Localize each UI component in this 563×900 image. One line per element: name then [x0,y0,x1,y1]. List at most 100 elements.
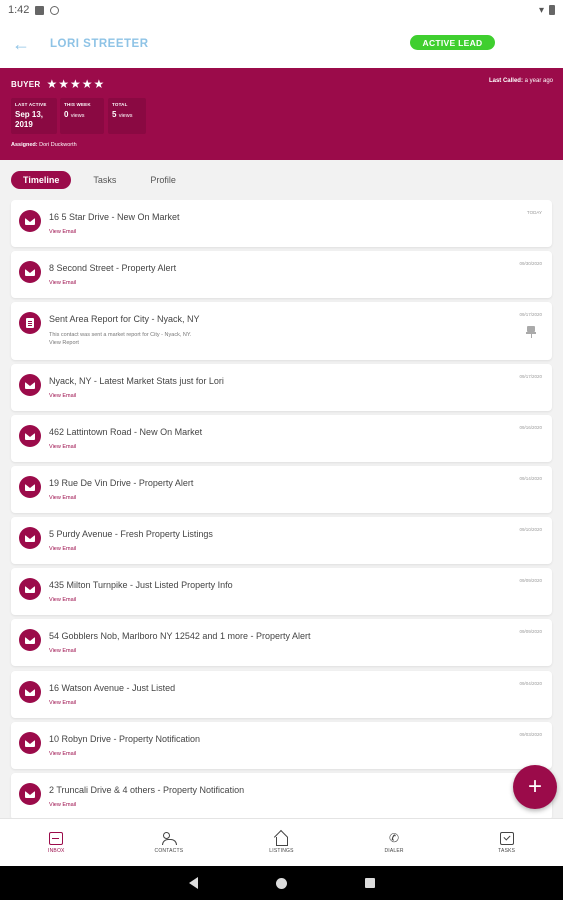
tab-tasks[interactable]: Tasks [81,171,128,189]
email-icon [19,374,41,396]
view-email-link[interactable]: View Email [49,546,76,552]
item-date: 09/17/2020 [519,374,542,379]
tab-bar: Timeline Tasks Profile [0,160,563,200]
timeline-item[interactable]: 16 Watson Avenue - Just Listed View Emai… [11,671,552,718]
last-called: Last Called: a year ago [489,78,553,84]
item-title: 10 Robyn Drive - Property Notification [49,734,201,744]
nav-tasks[interactable]: TASKS [450,819,563,866]
timeline-item[interactable]: 54 Gobblers Nob, Marlboro NY 12542 and 1… [11,619,552,666]
view-email-link[interactable]: View Email [49,495,76,501]
view-email-link[interactable]: View Email [49,393,76,399]
item-date: 09/30/2020 [519,261,542,266]
nav-label: LISTINGS [269,847,294,854]
lead-status-badge[interactable]: ACTIVE LEAD [410,35,495,50]
view-email-link[interactable]: View Email [49,751,76,757]
item-title: Sent Area Report for City - Nyack, NY [49,314,200,324]
nav-label: INBOX [48,847,65,854]
contact-header: BUYER ★★★★★ Last Called: a year ago LAST… [0,68,563,160]
email-icon [19,527,41,549]
nav-label: CONTACTS [154,847,184,854]
last-called-label: Last Called: [488,78,523,84]
contact-name: LORI STREETER [50,38,149,50]
email-icon [19,261,41,283]
stat-this-week: THIS WEEK 0 views [60,98,104,134]
stat-unit: views [118,113,133,119]
star-rating[interactable]: ★★★★★ [47,77,106,91]
system-recents-icon[interactable] [364,878,375,888]
view-email-link[interactable]: View Email [49,444,76,450]
app-bar: ← LORI STREETER ACTIVE LEAD [0,20,563,68]
timeline-item[interactable]: 2 Truncali Drive & 4 others - Property N… [11,773,552,818]
stat-value: 5 [112,110,117,119]
battery-icon [549,5,555,15]
timeline-item[interactable]: 10 Robyn Drive - Property Notification V… [11,722,552,769]
stat-value: Sep 13, 2019 [15,110,44,129]
tab-timeline[interactable]: Timeline [11,171,72,189]
tasks-icon [499,831,514,845]
view-email-link[interactable]: View Email [49,648,76,654]
item-date: 09/10/2020 [519,527,542,532]
report-icon [19,312,41,334]
view-email-link[interactable]: View Email [49,700,76,706]
stat-label: THIS WEEK [64,102,91,107]
view-email-link[interactable]: View Email [49,229,76,235]
timeline-item[interactable]: 5 Purdy Avenue - Fresh Property Listings… [11,517,552,564]
item-date: 09/03/2020 [519,732,542,737]
email-icon [19,578,41,600]
timeline-item[interactable]: 16 5 Star Drive - New On Market View Ema… [11,200,552,247]
view-email-link[interactable]: View Email [49,597,76,603]
item-date: 09/09/2020 [519,578,542,583]
item-title: 5 Purdy Avenue - Fresh Property Listings [49,529,213,539]
timeline-item[interactable]: 8 Second Street - Property Alert View Em… [11,251,552,298]
status-bar: 1:42 ▾ [0,0,563,20]
nav-dialer[interactable]: ✆ DIALER [338,819,451,866]
item-title: 16 5 Star Drive - New On Market [49,212,180,222]
email-icon [19,783,41,805]
stat-last-active: LAST ACTIVE Sep 13, 2019 [11,98,57,134]
item-title: 54 Gobblers Nob, Marlboro NY 12542 and 1… [49,631,311,641]
clock: 1:42 [8,4,30,16]
stat-unit: views [70,113,85,119]
nav-label: TASKS [498,847,516,854]
back-arrow-icon[interactable]: ← [4,27,38,61]
timeline-item[interactable]: 19 Rue De Vin Drive - Property Alert Vie… [11,466,552,513]
view-email-link[interactable]: View Email [49,802,76,808]
assigned-value: Dori Duckworth [39,142,77,148]
last-called-value: a year ago [524,78,553,84]
nav-listings[interactable]: LISTINGS [225,819,338,866]
email-icon [19,476,41,498]
phone-icon: ✆ [389,830,400,845]
view-report-link[interactable]: View Report [49,339,191,347]
item-title: 462 Lattintown Road - New On Market [49,427,203,437]
timeline-item[interactable]: 435 Milton Turnpike - Just Listed Proper… [11,568,552,615]
contacts-icon [161,831,177,845]
view-email-link[interactable]: View Email [49,280,76,286]
pin-icon[interactable] [526,326,536,338]
home-icon [274,832,289,846]
timeline-item[interactable]: Nyack, NY - Latest Market Stats just for… [11,364,552,411]
item-title: 8 Second Street - Property Alert [49,263,177,273]
report-description: This contact was sent a market report fo… [49,332,192,338]
item-title: 16 Watson Avenue - Just Listed [49,683,176,693]
sync-icon [50,5,60,15]
timeline-list: 16 5 Star Drive - New On Market View Ema… [0,200,563,818]
nav-contacts[interactable]: CONTACTS [113,819,226,866]
item-description: This contact was sent a market report fo… [49,331,191,347]
tab-profile[interactable]: Profile [138,171,188,189]
item-date: 09/17/2020 [519,312,542,317]
item-title: 435 Milton Turnpike - Just Listed Proper… [49,580,233,590]
item-date: 09/04/2020 [519,681,542,686]
contact-type-label: BUYER [11,79,41,89]
nav-label: DIALER [384,847,404,854]
nav-inbox[interactable]: INBOX [0,819,113,866]
email-icon [19,629,41,651]
system-back-icon[interactable] [188,877,198,889]
add-button[interactable]: + [513,765,557,809]
inbox-icon [49,831,64,845]
wifi-icon: ▾ [538,4,544,16]
system-home-icon[interactable] [275,877,287,889]
timeline-item[interactable]: Sent Area Report for City - Nyack, NY Th… [11,302,552,360]
item-date: 09/14/2020 [519,476,542,481]
email-icon [19,732,41,754]
timeline-item[interactable]: 462 Lattintown Road - New On Market View… [11,415,552,462]
